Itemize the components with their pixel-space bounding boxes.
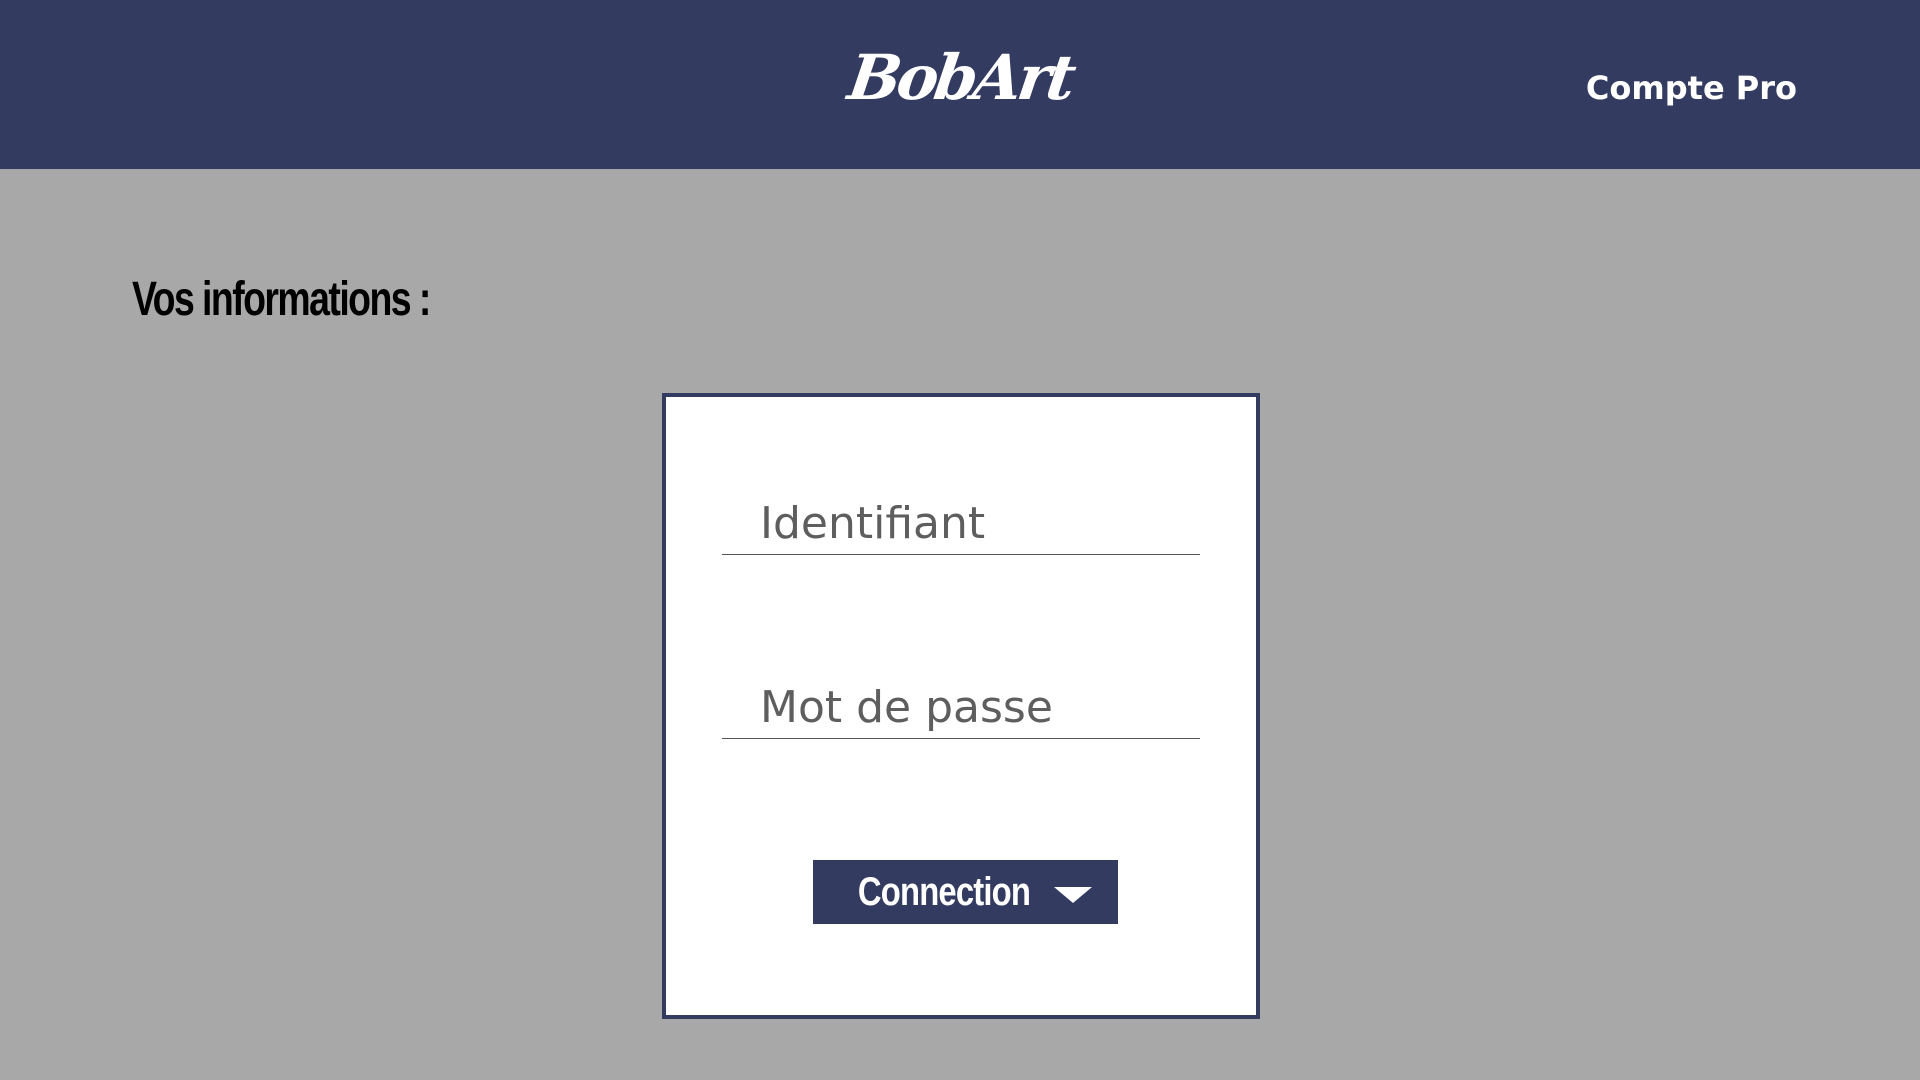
connection-button[interactable]: Connection xyxy=(813,860,1118,924)
section-title: Vos informations : xyxy=(132,273,431,326)
password-input[interactable] xyxy=(722,677,1200,739)
pro-account-link[interactable]: Compte Pro xyxy=(1586,66,1797,110)
login-form-card: Connection xyxy=(662,393,1260,1019)
identifier-input[interactable] xyxy=(722,493,1200,555)
caret-down-icon xyxy=(1054,887,1093,903)
top-header: BobArt Compte Pro xyxy=(0,0,1920,169)
brand-logo-text: BobArt xyxy=(843,41,1077,114)
connection-button-label: Connection xyxy=(857,869,1030,914)
